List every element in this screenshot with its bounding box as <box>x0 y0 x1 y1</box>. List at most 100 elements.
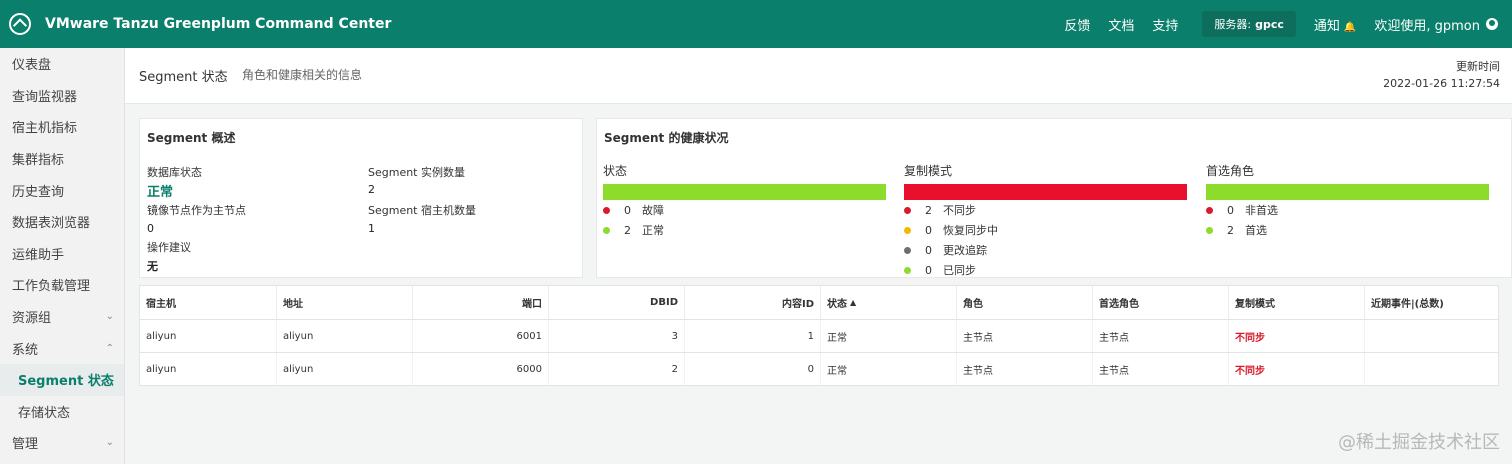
docs-link[interactable]: 文档 <box>1108 15 1134 34</box>
sidebar-item-storage-status[interactable]: 存储状态 <box>0 396 124 428</box>
greenplum-logo-icon[interactable] <box>9 13 31 35</box>
col-content-id-header[interactable]: 内容ID <box>685 286 821 319</box>
health-col-title: 首选角色 <box>1206 164 1255 178</box>
health-legend-item: 0 恢复同步中 <box>904 220 1187 240</box>
instances-label: Segment 实例数量 <box>368 166 465 179</box>
sidebar-item-table-browser[interactable]: 数据表浏览器 <box>0 206 124 238</box>
sidebar-item-admin[interactable]: 管理 ⌄ <box>0 427 124 459</box>
legend-label: 恢复同步中 <box>943 224 998 237</box>
col-status-header[interactable]: 状态 ▲ <box>821 286 957 319</box>
cell-role: 主节点 <box>957 353 1093 385</box>
page-header: Segment 状态 角色和健康相关的信息 更新时间 2022-01-26 11… <box>125 48 1512 104</box>
legend-label: 正常 <box>642 224 664 237</box>
col-events-header[interactable]: 近期事件|(总数) <box>1365 286 1490 319</box>
legend-count: 0 <box>925 223 932 237</box>
sidebar-item-system[interactable]: 系统 ⌃ <box>0 332 124 364</box>
sidebar-item-query-monitor[interactable]: 查询监视器 <box>0 80 124 112</box>
updated-time: 2022-01-26 11:27:54 <box>1383 77 1500 90</box>
segment-health-card: Segment 的健康状况 状态 0 故障 2 正常 复制模式 2 不同步 0 … <box>596 118 1512 278</box>
top-bar: VMware Tanzu Greenplum Command Center 反馈… <box>0 0 1512 48</box>
sidebar-item-label: 存储状态 <box>18 405 71 421</box>
col-dbid-header[interactable]: DBID <box>549 286 685 319</box>
cell-preferred-role: 主节点 <box>1093 353 1229 385</box>
support-link[interactable]: 支持 <box>1152 15 1178 34</box>
sidebar-item-label: 资源组 <box>12 311 52 327</box>
db-state-label: 数据库状态 <box>147 166 202 179</box>
cell-events <box>1365 320 1490 352</box>
col-role-header[interactable]: 角色 <box>957 286 1093 319</box>
preferred-role-bar <box>1206 184 1489 200</box>
sidebar-item-ops-assistant[interactable]: 运维助手 <box>0 238 124 270</box>
green-dot-icon <box>904 266 911 274</box>
legend-label: 已同步 <box>943 264 976 277</box>
cell-events <box>1365 353 1490 385</box>
table-header-row: 宿主机 地址 端口 DBID 内容ID 状态 ▲ 角色 首选角色 复制模式 近期事… <box>140 286 1498 320</box>
legend-count: 0 <box>1227 203 1234 217</box>
col-replication-header[interactable]: 复制模式 <box>1229 286 1365 319</box>
sidebar-item-label: 管理 <box>12 437 39 453</box>
cell-status: 正常 <box>821 320 957 352</box>
cell-content-id: 1 <box>685 320 821 352</box>
status-bar <box>603 184 886 200</box>
col-preferred-role-header[interactable]: 首选角色 <box>1093 286 1229 319</box>
health-col-title: 状态 <box>603 164 628 178</box>
server-label: 服务器: <box>1214 18 1252 31</box>
col-port-header[interactable]: 端口 <box>413 286 549 319</box>
advice-value: 无 <box>147 260 158 273</box>
user-menu[interactable]: 欢迎使用, gpmon <box>1374 15 1498 34</box>
sidebar-item-dashboard[interactable]: 仪表盘 <box>0 48 124 80</box>
legend-label: 不同步 <box>943 204 976 217</box>
health-legend-item: 2 正常 <box>603 220 886 240</box>
cell-content-id: 0 <box>685 353 821 385</box>
red-dot-icon <box>1206 206 1213 214</box>
user-icon <box>1486 18 1498 30</box>
chevron-down-icon: ⌄ <box>105 437 114 449</box>
sidebar-item-label: 仪表盘 <box>12 58 52 74</box>
replication-bar <box>904 184 1187 200</box>
table-row[interactable]: aliyun aliyun 6001 3 1 正常 主节点 主节点 不同步 <box>140 320 1498 353</box>
table-row[interactable]: aliyun aliyun 6000 2 0 正常 主节点 主节点 不同步 <box>140 353 1498 385</box>
cell-replication: 不同步 <box>1229 320 1365 352</box>
health-title: Segment 的健康状况 <box>604 131 729 145</box>
green-dot-icon <box>1206 226 1213 234</box>
server-value: gpcc <box>1255 18 1284 31</box>
legend-count: 2 <box>624 223 631 237</box>
bell-icon: 🔔 <box>1343 21 1357 33</box>
cell-port: 6000 <box>413 353 549 385</box>
sidebar-item-label: 系统 <box>12 342 39 358</box>
hosts-value: 1 <box>368 222 375 235</box>
sidebar-item-host-metrics[interactable]: 宿主机指标 <box>0 111 124 143</box>
sort-asc-icon: ▲ <box>850 298 857 307</box>
gray-dot-icon <box>904 246 911 254</box>
sidebar-item-workload-mgmt[interactable]: 工作负载管理 <box>0 269 124 301</box>
sidebar-item-cluster-metrics[interactable]: 集群指标 <box>0 143 124 175</box>
col-address-header[interactable]: 地址 <box>277 286 413 319</box>
sidebar-item-label: 工作负载管理 <box>12 279 91 295</box>
notifications-label: 通知 <box>1313 18 1340 34</box>
health-legend-item: 0 更改追踪 <box>904 240 1187 260</box>
legend-count: 0 <box>925 263 932 277</box>
server-selector[interactable]: 服务器: gpcc <box>1202 11 1296 37</box>
segment-table: 宿主机 地址 端口 DBID 内容ID 状态 ▲ 角色 首选角色 复制模式 近期事… <box>139 285 1499 386</box>
notifications-button[interactable]: 通知 🔔 <box>1314 15 1356 34</box>
health-col-replication: 复制模式 2 不同步 0 恢复同步中 0 更改追踪 0 已同步 <box>898 162 1187 280</box>
legend-label: 非首选 <box>1245 204 1278 217</box>
col-host-header[interactable]: 宿主机 <box>140 286 277 319</box>
app-title[interactable]: VMware Tanzu Greenplum Command Center <box>45 16 391 32</box>
sidebar-item-query-history[interactable]: 历史查询 <box>0 174 124 206</box>
cell-port: 6001 <box>413 320 549 352</box>
legend-count: 2 <box>1227 223 1234 237</box>
sidebar-item-segment-status[interactable]: Segment 状态 <box>0 363 124 396</box>
sidebar-item-label: 历史查询 <box>12 184 65 200</box>
page-title: Segment 状态 <box>139 70 228 85</box>
cell-dbid: 3 <box>549 320 685 352</box>
hosts-label: Segment 宿主机数量 <box>368 204 476 217</box>
mirror-as-primary-value: 0 <box>147 222 154 235</box>
health-legend-item: 2 不同步 <box>904 200 1187 220</box>
col-status-label: 状态 <box>827 299 847 310</box>
health-col-title: 复制模式 <box>904 164 953 178</box>
sidebar-item-resource-groups[interactable]: 资源组 ⌄ <box>0 301 124 333</box>
legend-count: 2 <box>925 203 932 217</box>
feedback-link[interactable]: 反馈 <box>1064 15 1090 34</box>
green-dot-icon <box>603 226 610 234</box>
